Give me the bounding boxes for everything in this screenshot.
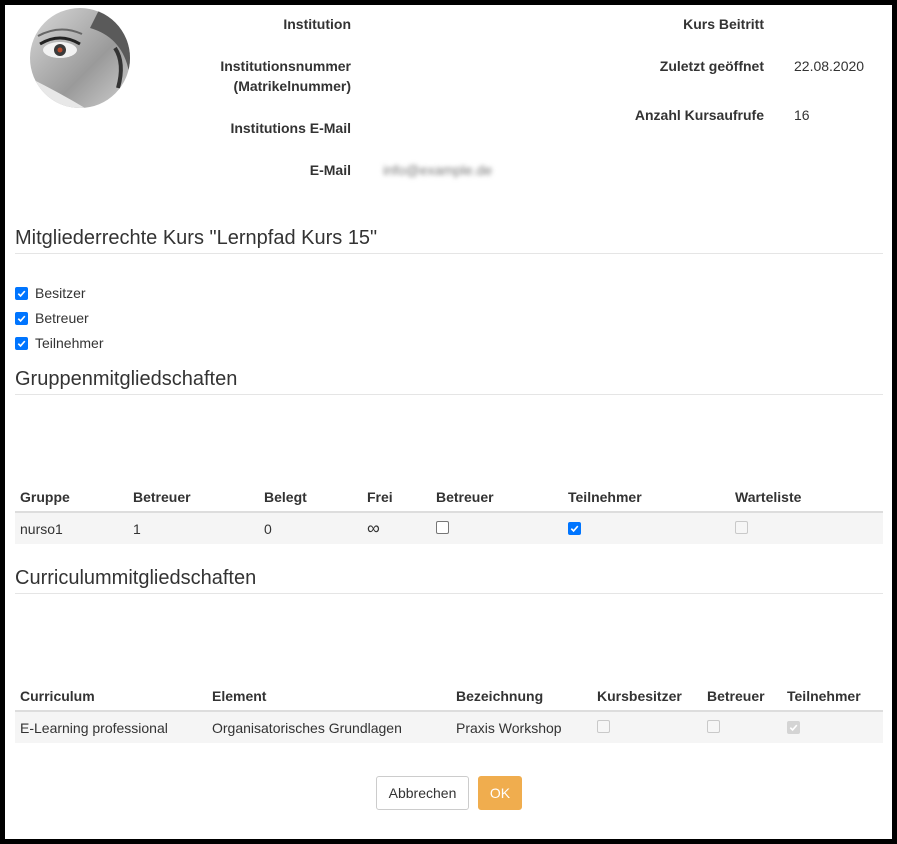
col-gruppe: Gruppe — [15, 482, 128, 513]
curriculum-name: E-Learning professional — [15, 711, 207, 743]
group-occupied: 0 — [259, 512, 362, 544]
dialog: Institution Institutionsnummer (Matrikel… — [5, 5, 892, 839]
col-curriculum: Curriculum — [15, 681, 207, 712]
curriculum-coach-checkbox — [702, 711, 782, 743]
table-header-row: Curriculum Element Bezeichnung Kursbesit… — [15, 681, 883, 712]
checkbox-teilnehmer[interactable]: Teilnehmer — [15, 333, 103, 353]
group-coaches: 1 — [128, 512, 259, 544]
checkbox-checked-icon[interactable] — [15, 286, 28, 300]
group-free: ∞ — [362, 512, 431, 544]
curriculum-owner-checkbox — [592, 711, 702, 743]
col-teilnehmer: Teilnehmer — [563, 482, 730, 513]
checkbox-label: Besitzer — [35, 285, 86, 301]
last-opened-label: Zuletzt geöffnet — [659, 58, 764, 74]
col-element: Element — [207, 681, 451, 712]
table-row: nurso1 1 0 ∞ — [15, 512, 883, 544]
institution-email-label: Institutions E-Mail — [230, 120, 351, 136]
checkbox-disabled-icon — [597, 719, 610, 733]
group-participant-checkbox[interactable] — [563, 512, 730, 544]
checkbox-label: Teilnehmer — [35, 335, 104, 351]
email-value: info@example.de — [383, 162, 493, 178]
course-join-label: Kurs Beitritt — [683, 16, 764, 32]
checkbox-checked-icon[interactable] — [15, 311, 28, 325]
cancel-button[interactable]: Abbrechen — [376, 776, 469, 810]
checkbox-betreuer[interactable]: Betreuer — [15, 308, 89, 328]
col-bezeichnung: Bezeichnung — [451, 681, 592, 712]
divider — [15, 253, 883, 254]
table-header-row: Gruppe Betreuer Belegt Frei Betreuer Tei… — [15, 482, 883, 513]
last-opened-value: 22.08.2020 — [794, 58, 865, 74]
col-belegt: Belegt — [259, 482, 362, 513]
group-coach-checkbox[interactable] — [431, 512, 563, 544]
course-views-label: Anzahl Kursaufrufe — [634, 107, 764, 123]
rights-heading: Mitgliederrechte Kurs "Lernpfad Kurs 15" — [15, 227, 378, 249]
group-waitlist-checkbox — [730, 512, 883, 544]
groups-heading: Gruppenmitgliedschaften — [15, 368, 238, 390]
col-frei: Frei — [362, 482, 431, 513]
checkbox-unchecked-icon[interactable] — [436, 520, 449, 534]
avatar — [30, 8, 130, 108]
col-betreuer: Betreuer — [702, 681, 782, 712]
curriculum-element: Organisatorisches Grundlagen — [207, 711, 451, 743]
curriculum-designation: Praxis Workshop — [451, 711, 592, 743]
checkbox-besitzer[interactable]: Besitzer — [15, 283, 86, 303]
curriculum-participant-checkbox — [782, 711, 883, 743]
curricula-heading: Curriculummitgliedschaften — [15, 567, 257, 589]
course-views-value: 16 — [794, 107, 810, 123]
checkbox-disabled-icon — [707, 719, 720, 733]
curricula-table: Curriculum Element Bezeichnung Kursbesit… — [15, 681, 883, 743]
checkbox-disabled-checked-icon — [787, 720, 800, 734]
checkbox-label: Betreuer — [35, 310, 89, 326]
checkbox-disabled-icon — [735, 520, 748, 534]
checkbox-checked-icon[interactable] — [568, 521, 581, 535]
institution-label: Institution — [283, 16, 351, 32]
ok-button[interactable]: OK — [478, 776, 522, 810]
divider — [15, 593, 883, 594]
groups-table: Gruppe Betreuer Belegt Frei Betreuer Tei… — [15, 482, 883, 544]
col-betreuer-check: Betreuer — [431, 482, 563, 513]
col-teilnehmer: Teilnehmer — [782, 681, 883, 712]
col-warteliste: Warteliste — [730, 482, 883, 513]
checkbox-checked-icon[interactable] — [15, 336, 28, 350]
divider — [15, 394, 883, 395]
group-name: nurso1 — [15, 512, 128, 544]
col-kursbesitzer: Kursbesitzer — [592, 681, 702, 712]
table-row: E-Learning professional Organisatorische… — [15, 711, 883, 743]
institution-number-label: Institutionsnummer (Matrikelnummer) — [220, 58, 351, 94]
col-betreuer: Betreuer — [128, 482, 259, 513]
email-label: E-Mail — [309, 162, 351, 178]
